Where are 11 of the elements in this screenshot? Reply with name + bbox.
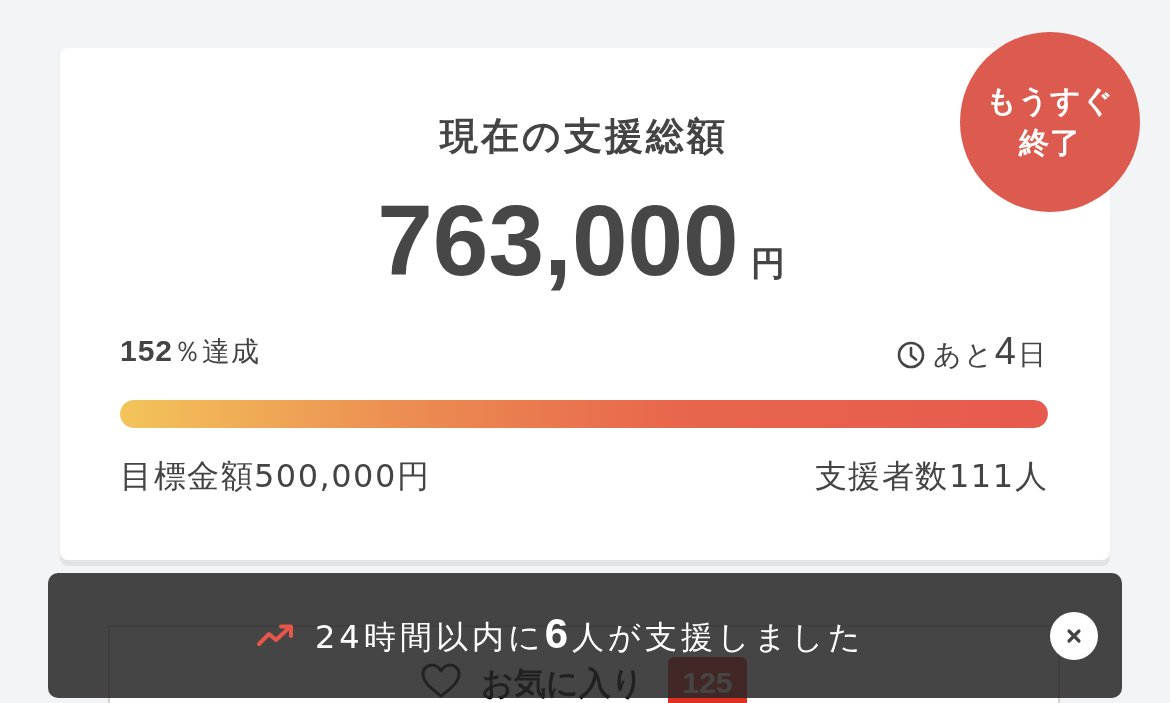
ending-soon-badge: もうすぐ終了 — [960, 32, 1140, 212]
trending-up-icon — [256, 622, 295, 647]
total-title: 現在の支援総額 — [440, 114, 728, 158]
close-icon — [1066, 627, 1082, 644]
close-button[interactable] — [1050, 611, 1098, 660]
clock-icon — [896, 341, 925, 369]
currency-unit: 円 — [750, 242, 785, 285]
achievement-rate: 152％達成 — [120, 333, 261, 370]
goal-amount: 目標金額500,000円 — [120, 456, 431, 496]
total-amount: 763,000 — [377, 190, 739, 290]
backer-count: 支援者数111人 — [814, 456, 1048, 496]
